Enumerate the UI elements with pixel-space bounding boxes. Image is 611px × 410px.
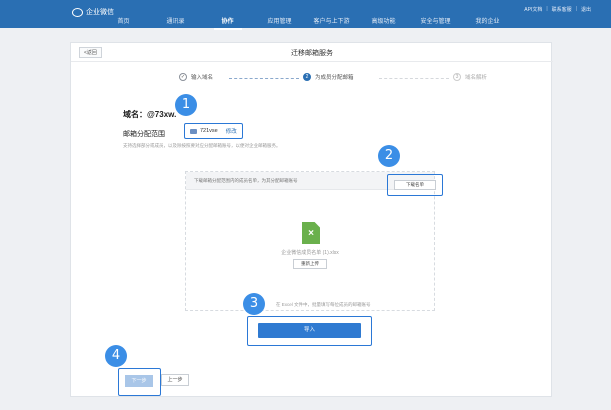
nav-item-contacts[interactable]: 通讯录 bbox=[150, 14, 202, 30]
nav-item-my-company[interactable]: 我的企业 bbox=[462, 14, 514, 30]
upload-bar-text: 下载邮箱分配范围内的成员名单，为其分配邮箱账号 bbox=[194, 178, 298, 183]
step-number: 2 bbox=[303, 73, 311, 81]
divider bbox=[71, 61, 553, 62]
nav-item-security[interactable]: 安全与管理 bbox=[410, 14, 462, 30]
step-1: ✓ 输入域名 bbox=[179, 73, 213, 81]
logout-link[interactable]: 退出 bbox=[581, 6, 591, 13]
next-highlight: 下一步 bbox=[118, 368, 161, 396]
step-label: 输入域名 bbox=[191, 75, 214, 81]
page-title: 迁移邮箱服务 bbox=[291, 50, 333, 57]
excel-file-icon: × bbox=[302, 222, 320, 244]
step-number: 3 bbox=[453, 73, 461, 81]
download-highlight: 下载名单 bbox=[387, 174, 443, 196]
main-nav: 首页 通讯录 协作 应用管理 客户与上下游 高级功能 安全与管理 我的企业 bbox=[0, 14, 611, 30]
step-connector bbox=[229, 78, 299, 79]
annotation-badge-3: 3 bbox=[243, 293, 265, 315]
range-value: 721vse bbox=[200, 128, 218, 134]
link-separator: | bbox=[575, 6, 577, 12]
step-check-icon: ✓ bbox=[179, 73, 187, 81]
nav-item-customers[interactable]: 客户与上下游 bbox=[306, 14, 358, 30]
upload-zone[interactable]: 下载邮箱分配范围内的成员名单，为其分配邮箱账号 下载名单 × 企业微信成员名单 … bbox=[185, 171, 443, 311]
api-docs-link[interactable]: API文档 bbox=[524, 6, 542, 13]
step-indicator: ✓ 输入域名 2 为成员分配邮箱 3 域名解析 bbox=[179, 73, 499, 85]
range-label: 邮箱分配范围 bbox=[123, 131, 165, 138]
nav-item-collaboration[interactable]: 协作 bbox=[202, 14, 254, 30]
nav-item-app-management[interactable]: 应用管理 bbox=[254, 14, 306, 30]
top-links: API文档 | 联系客服 | 退出 bbox=[524, 6, 591, 13]
download-list-button[interactable]: 下载名单 bbox=[394, 180, 436, 190]
step-2: 2 为成员分配邮箱 bbox=[303, 73, 354, 81]
link-separator: | bbox=[546, 6, 548, 12]
next-step-button[interactable]: 下一步 bbox=[125, 375, 153, 387]
annotation-badge-2: 2 bbox=[378, 145, 400, 167]
step-label: 为成员分配邮箱 bbox=[315, 75, 354, 81]
step-label: 域名解析 bbox=[465, 75, 488, 81]
prev-step-button[interactable]: 上一步 bbox=[161, 374, 189, 386]
main-panel: <返回 迁移邮箱服务 ✓ 输入域名 2 为成员分配邮箱 3 域名解析 域名：@7… bbox=[70, 42, 553, 397]
import-button[interactable]: 导入 bbox=[258, 323, 361, 338]
domain-label: 域名：@73xw. bbox=[123, 110, 177, 119]
step-3: 3 域名解析 bbox=[453, 73, 487, 81]
import-highlight: 导入 bbox=[247, 316, 372, 346]
nav-item-home[interactable]: 首页 bbox=[98, 14, 150, 30]
edit-range-link[interactable]: 修改 bbox=[226, 127, 237, 135]
upload-tip: 在 Excel 文件中，批量填写每位成员的邮箱账号 bbox=[276, 302, 371, 307]
annotation-badge-4: 4 bbox=[105, 345, 127, 367]
nav-item-advanced[interactable]: 高级功能 bbox=[358, 14, 410, 30]
contact-support-link[interactable]: 联系客服 bbox=[552, 6, 572, 13]
reupload-button[interactable]: 重新上传 bbox=[293, 259, 327, 269]
range-hint: 支持选择部分或成员，以及除按照要对应分配邮箱账号，以便对企业邮箱服务。 bbox=[123, 143, 281, 148]
top-bar: 企业微信 API文档 | 联系客服 | 退出 首页 通讯录 协作 应用管理 客户… bbox=[0, 0, 611, 30]
step-connector bbox=[379, 78, 449, 79]
range-selector[interactable]: 721vse 修改 bbox=[184, 123, 243, 139]
uploaded-file-name: 企业微信成员名单 (1).xlsx bbox=[281, 250, 339, 256]
folder-icon bbox=[190, 128, 197, 134]
annotation-badge-1: 1 bbox=[175, 94, 197, 116]
